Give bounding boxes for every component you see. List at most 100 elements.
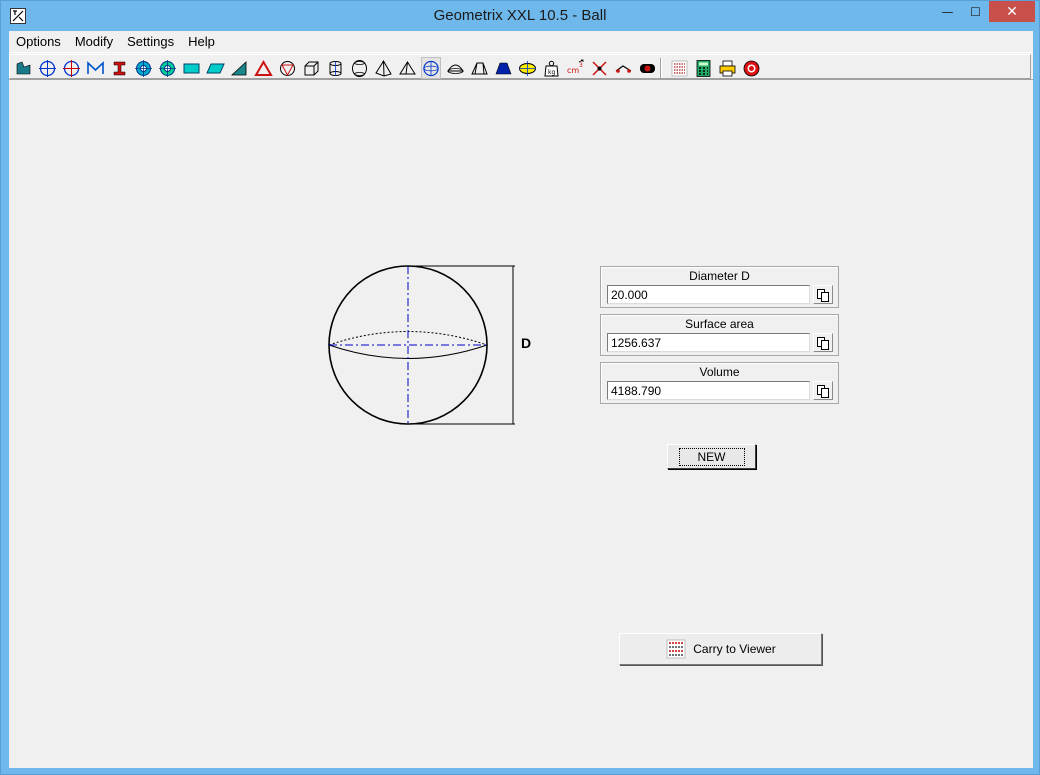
toolbar-ellipsoid-button[interactable]: [517, 58, 537, 78]
shape-icon: [16, 61, 30, 74]
toolbar-pyramid-small-button[interactable]: [397, 58, 417, 78]
ball-drawing: D: [328, 265, 531, 425]
toolbar-truncated-pyramid-button[interactable]: [469, 58, 489, 78]
copy-icon: [817, 384, 829, 398]
calculator-icon: [696, 59, 710, 77]
copy-diameter-button[interactable]: [813, 285, 833, 304]
cylinder-icon: [329, 60, 341, 76]
toolbar-trapezoid-button[interactable]: [493, 58, 513, 78]
diameter-label: Diameter D: [689, 269, 750, 283]
toolbar-right-triangle-button[interactable]: [229, 58, 249, 78]
menu-help[interactable]: Help: [181, 31, 222, 52]
svg-text:kg: kg: [548, 69, 555, 76]
toolbar-stop-button[interactable]: [741, 58, 761, 78]
toolbar-cone-circle-button[interactable]: [277, 58, 297, 78]
toolbar-cm3-button[interactable]: cm 3: [565, 58, 585, 78]
copy-surface-area-button[interactable]: [813, 333, 833, 352]
toolbar-cylinder-button[interactable]: [325, 58, 345, 78]
barrel-icon: [351, 59, 367, 77]
circle-cross-icon: [38, 59, 56, 77]
circle-target-green-icon: [158, 59, 176, 77]
rectangle-icon: [183, 63, 199, 73]
toolbar-cube-button[interactable]: [301, 58, 321, 78]
toolbar-weight-button[interactable]: kg: [541, 58, 561, 78]
sphere-segment-icon: [446, 64, 464, 74]
surface-area-group: Surface area 1256.637: [600, 314, 839, 356]
toolbar-circle-target-green-button[interactable]: [157, 58, 177, 78]
menu-settings[interactable]: Settings: [120, 31, 181, 52]
pencil-icon: [615, 64, 631, 73]
weight-icon: kg: [543, 60, 559, 76]
circle-cross-red-icon: [62, 59, 80, 77]
maximize-button[interactable]: ☐: [962, 1, 989, 22]
bolt-icon: [639, 63, 655, 73]
surface-area-label: Surface area: [685, 317, 754, 331]
title-bar[interactable]: Geometrix XXL 10.5 - Ball — ☐ ✕: [1, 1, 1039, 31]
trapezoid-icon: [495, 62, 511, 74]
toolbar-cross-arrows-button[interactable]: [589, 58, 609, 78]
surface-area-input[interactable]: 1256.637: [607, 333, 810, 352]
toolbar-calculator-button[interactable]: [693, 58, 713, 78]
toolbar-i-beam-button[interactable]: [109, 58, 129, 78]
copy-icon: [817, 288, 829, 302]
ellipsoid-icon: [518, 60, 536, 76]
volume-group: Volume 4188.790: [600, 362, 839, 404]
carry-button-label: Carry to Viewer: [693, 642, 776, 656]
window-title: Geometrix XXL 10.5 - Ball: [433, 7, 607, 24]
cone-circle-icon: [279, 60, 295, 76]
toolbar-viewer-list-button[interactable]: [669, 58, 689, 78]
carry-to-viewer-button[interactable]: Carry to Viewer: [619, 633, 822, 665]
toolbar-sphere-segment-button[interactable]: [445, 58, 465, 78]
toolbar-barrel-button[interactable]: [349, 58, 369, 78]
volume-label: Volume: [699, 365, 740, 379]
cm3-icon: cm3: [567, 59, 583, 75]
diameter-input[interactable]: 20.000: [607, 285, 810, 304]
toolbar-pencil-button[interactable]: [613, 58, 633, 78]
toolbar-rectangle-button[interactable]: [181, 58, 201, 78]
circle-target-icon: [134, 59, 152, 77]
new-button[interactable]: NEW: [667, 444, 756, 469]
svg-text:cm: cm: [567, 66, 579, 75]
toolbar-circle-cross-button[interactable]: [37, 58, 57, 78]
i-beam-icon: [113, 61, 125, 75]
client-area: Options Modify Settings Help kg cm 3 D D…: [9, 31, 1033, 768]
app-window: Geometrix XXL 10.5 - Ball — ☐ ✕ Options …: [0, 0, 1040, 775]
stop-icon: [743, 60, 759, 76]
cross-arrows-icon: [591, 60, 607, 76]
triangle-icon: [253, 59, 273, 76]
svg-text:3: 3: [579, 62, 583, 69]
minimize-button[interactable]: —: [933, 1, 962, 22]
toolbar-separator: [660, 58, 662, 78]
toolbar-circle-cross-red-button[interactable]: [61, 58, 81, 78]
pyramid-icon: [374, 59, 392, 77]
toolbar-pyramid-button[interactable]: [373, 58, 393, 78]
toolbar-shape-button[interactable]: [13, 58, 33, 78]
sphere-icon: [423, 60, 439, 76]
menu-options[interactable]: Options: [9, 31, 68, 52]
toolbar-triangle-button[interactable]: [253, 58, 273, 78]
copy-icon: [817, 336, 829, 350]
printer-icon: [719, 60, 735, 76]
close-button[interactable]: ✕: [989, 1, 1035, 22]
right-triangle-icon: [230, 60, 246, 75]
toolbar-zigzag-button[interactable]: [85, 58, 105, 78]
menu-bar: Options Modify Settings Help: [9, 31, 1033, 52]
copy-volume-button[interactable]: [813, 381, 833, 400]
cube-icon: [304, 61, 318, 75]
truncated-pyramid-icon: [470, 62, 488, 74]
toolbar-circle-target-button[interactable]: [133, 58, 153, 78]
menu-modify[interactable]: Modify: [68, 31, 120, 52]
diameter-group: Diameter D 20.000: [600, 266, 839, 308]
toolbar-parallelogram-button[interactable]: [205, 58, 225, 78]
toolbar-printer-button[interactable]: [717, 58, 737, 78]
viewer-list-icon: [667, 639, 686, 659]
new-button-label: NEW: [678, 447, 745, 466]
viewer-list-icon: [671, 60, 687, 76]
toolbar-strip: kg cm 3: [9, 54, 1031, 79]
toolbar-bolt-button[interactable]: [637, 58, 657, 78]
parallelogram-icon: [205, 63, 225, 73]
zigzag-icon: [86, 60, 104, 74]
toolbar-sphere-button[interactable]: [421, 57, 441, 79]
dimension-label: D: [521, 335, 531, 351]
volume-input[interactable]: 4188.790: [607, 381, 810, 400]
